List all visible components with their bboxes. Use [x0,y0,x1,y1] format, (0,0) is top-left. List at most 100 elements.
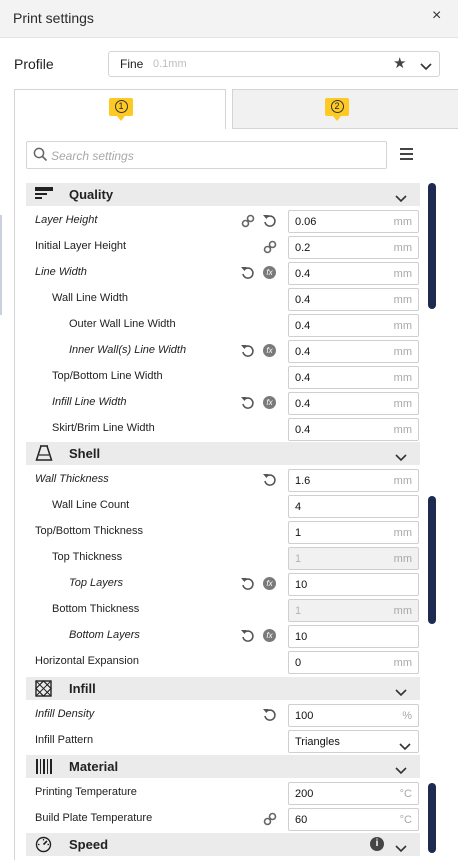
setting-label: Wall Line Count [52,499,130,511]
setting-label: Top/Bottom Line Width [52,370,163,382]
field-value: 1 [295,605,302,617]
field-value: 1 [295,553,302,565]
setting-top-layers: Top Layers fx 10 [26,571,420,597]
setting-inner-wall-line-width: Inner Wall(s) Line Width fx 0.4 mm [26,338,420,364]
setting-label: Bottom Thickness [52,603,140,615]
search-input[interactable]: Search settings [26,141,387,169]
category-label: Infill [69,681,96,696]
scrollbar-shell[interactable] [428,496,436,624]
reset-icon[interactable] [262,707,278,723]
link-icon [240,213,256,229]
setting-printing-temperature: Printing Temperature 200 °C [26,780,420,806]
field-value: 10 [295,631,308,643]
profile-quality: 0.1mm [153,58,187,70]
build-plate-temperature-field[interactable]: 60 °C [288,808,419,831]
setting-bottom-layers: Bottom Layers fx 10 [26,623,420,649]
setting-wall-line-count: Wall Line Count 4 [26,493,420,519]
reset-icon[interactable] [262,213,278,229]
wall-line-width-field[interactable]: 0.4 mm [288,288,419,311]
field-unit: mm [393,242,412,254]
setting-label: Top/Bottom Thickness [35,525,144,537]
bottom-thickness-field: 1 mm [288,599,419,622]
field-unit: °C [399,814,412,826]
category-speed[interactable]: Speed i [26,833,420,856]
category-material[interactable]: Material [26,755,420,778]
function-icon: fx [262,576,278,592]
top-bottom-line-width-field[interactable]: 0.4 mm [288,366,419,389]
setting-label: Layer Height [35,214,98,226]
printing-temperature-field[interactable]: 200 °C [288,782,419,805]
field-unit: °C [399,788,412,800]
field-value: 0 [295,657,302,669]
field-value: 10 [295,579,308,591]
field-unit: mm [393,605,412,617]
line-width-field[interactable]: 0.4 mm [288,262,419,285]
bottom-layers-field[interactable]: 10 [288,625,419,648]
chevron-down-icon [420,58,432,76]
top-bottom-thickness-field[interactable]: 1 mm [288,521,419,544]
setting-top-bottom-thickness: Top/Bottom Thickness 1 mm [26,519,420,545]
link-icon [262,239,278,255]
setting-label: Outer Wall Line Width [69,318,176,330]
extruder-2-badge: 2 [325,98,349,121]
shell-icon [35,445,53,467]
reset-icon[interactable] [240,265,256,281]
field-value: 0.4 [295,372,311,384]
scrollbar-quality[interactable] [428,183,436,309]
infill-line-width-field[interactable]: 0.4 mm [288,392,419,415]
reset-icon[interactable] [240,576,256,592]
field-value: 0.2 [295,242,311,254]
field-value: 60 [295,814,308,826]
outer-wall-line-width-field[interactable]: 0.4 mm [288,314,419,337]
setting-label: Infill Density [35,708,95,720]
star-icon[interactable]: ★ [393,54,406,72]
reset-icon[interactable] [262,472,278,488]
close-icon[interactable]: × [432,7,441,25]
function-icon: fx [262,265,278,281]
setting-infill-density: Infill Density 100 % [26,702,420,728]
horizontal-expansion-field[interactable]: 0 mm [288,651,419,674]
chevron-down-icon [395,840,407,858]
field-value: 0.4 [295,268,311,280]
setting-build-plate-temperature: Build Plate Temperature 60 °C [26,806,420,832]
top-layers-field[interactable]: 10 [288,573,419,596]
infill-pattern-dropdown[interactable]: Triangles [288,730,419,753]
field-value: 1.6 [295,475,311,487]
reset-icon[interactable] [240,628,256,644]
reset-icon[interactable] [240,395,256,411]
setting-label: Initial Layer Height [35,240,127,252]
chevron-down-icon [395,190,407,208]
field-value: 0.4 [295,424,311,436]
setting-horizontal-expansion: Horizontal Expansion 0 mm [26,649,420,675]
scrollbar-material[interactable] [428,783,436,853]
field-unit: mm [393,320,412,332]
setting-label: Top Thickness [52,551,123,563]
setting-layer-height: Layer Height 0.06 mm [26,208,420,234]
field-unit: mm [393,372,412,384]
profile-dropdown[interactable]: Fine 0.1mm ★ [108,51,440,77]
category-quality[interactable]: Quality [26,183,420,206]
tab-extruder-1[interactable]: 1 [14,89,226,130]
field-value: 0.4 [295,320,311,332]
field-unit: mm [393,553,412,565]
setting-label: Printing Temperature [35,786,137,798]
field-value: 4 [295,501,302,513]
wall-thickness-field[interactable]: 1.6 mm [288,469,419,492]
reset-icon[interactable] [240,343,256,359]
field-unit: mm [393,657,412,669]
category-shell[interactable]: Shell [26,442,420,465]
layer-height-field[interactable]: 0.06 mm [288,210,419,233]
field-unit: mm [393,398,412,410]
initial-layer-height-field[interactable]: 0.2 mm [288,236,419,259]
info-icon[interactable]: i [370,837,384,851]
skirt-brim-line-width-field[interactable]: 0.4 mm [288,418,419,441]
category-infill[interactable]: Infill [26,677,420,700]
infill-density-field[interactable]: 100 % [288,704,419,727]
extruder-1-badge: 1 [109,98,133,121]
settings-menu-icon[interactable] [400,148,413,160]
setting-line-width: Line Width fx 0.4 mm [26,260,420,286]
inner-wall-line-width-field[interactable]: 0.4 mm [288,340,419,363]
wall-line-count-field[interactable]: 4 [288,495,419,518]
setting-label: Skirt/Brim Line Width [52,422,155,434]
tab-extruder-2[interactable]: 2 [232,89,458,129]
